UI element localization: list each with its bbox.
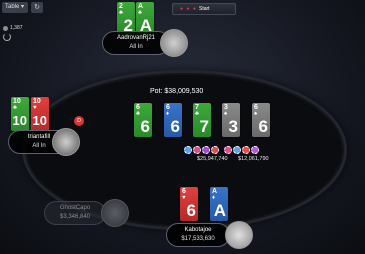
pot-total: Pot: $38,009,530 (150, 88, 204, 95)
side-pot-2: $12,061,790 (238, 156, 269, 162)
start-button[interactable]: ● ● ● Start (172, 3, 236, 15)
player-name: GhostCapo (59, 205, 91, 211)
balance-value: 1,387 (10, 25, 23, 31)
card-rank-large: 6 (140, 117, 150, 136)
left-player-card-2: 10 ♥ 10 (31, 97, 49, 131)
card-rank-large: 3 (228, 117, 238, 136)
side-pot-1: $25,947,740 (197, 156, 228, 162)
card-suit: ♥ (33, 105, 37, 111)
refresh-icon[interactable]: ↻ (31, 2, 43, 13)
card-suit: ♣ (13, 105, 17, 111)
card-rank: 6 (166, 104, 170, 111)
card-suit: ♥ (182, 195, 186, 201)
pot-chip-icon (193, 146, 201, 154)
card-rank-large: 6 (170, 117, 180, 136)
board-card-1: 6 ♣ 6 (134, 103, 152, 137)
timer-icon (3, 33, 11, 41)
start-label: Start (199, 6, 210, 12)
card-rank: 7 (195, 104, 199, 111)
card-rank: 3 (224, 104, 228, 111)
card-rank-large: 7 (199, 117, 209, 136)
hero-plate[interactable]: Kabotajoe $17,533,630 (166, 223, 230, 247)
card-rank: 6 (254, 104, 258, 111)
table-menu-label: Table (5, 4, 20, 10)
card-rank: 2 (119, 3, 123, 10)
hero-card-2: A ♦ A (210, 187, 228, 221)
dealer-button: D (74, 116, 84, 126)
board-card-5: 6 ♠ 6 (252, 103, 270, 137)
hero-card-1: 6 ♥ 6 (180, 187, 198, 221)
bottom-left-player-plate[interactable]: GhostCapo $3,346,840 (44, 201, 106, 225)
pot-chip-icon (251, 146, 259, 154)
chip-icon (3, 25, 8, 31)
card-rank: 6 (182, 188, 186, 195)
board-card-4: 3 ♠ 3 (222, 103, 240, 137)
bottom-left-player-avatar (101, 199, 129, 227)
card-suit: ♦ (166, 111, 170, 117)
card-rank-large: 10 (12, 113, 27, 128)
card-suit: ♣ (195, 111, 199, 117)
card-suit: ♠ (254, 111, 258, 117)
card-rank: 10 (33, 98, 41, 105)
player-stack: $3,346,840 (59, 214, 91, 220)
player-name: Kabotajoe (184, 227, 212, 233)
board-card-3: 7 ♣ 7 (193, 103, 211, 137)
top-player-avatar (160, 29, 188, 57)
pot-chip-icon (211, 146, 219, 154)
player-stack: $17,533,630 (181, 236, 215, 242)
card-suit: ♣ (136, 111, 140, 117)
left-player-avatar (52, 128, 80, 156)
pot-chip-icon (242, 146, 250, 154)
start-dots-icon: ● ● ● (180, 6, 197, 12)
board-card-2: 6 ♦ 6 (164, 103, 182, 137)
card-suit: ♣ (119, 10, 123, 16)
card-rank-large: A (213, 201, 226, 220)
balance-display: 1,387 (3, 25, 23, 31)
left-player-card-1: 10 ♣ 10 (11, 97, 29, 131)
card-rank: 10 (13, 98, 21, 105)
hero-avatar (225, 221, 253, 249)
card-rank-large: 10 (32, 113, 47, 128)
card-rank: A (138, 3, 144, 10)
pot-chip-icon (224, 146, 232, 154)
pot-chip-icon (233, 146, 241, 154)
card-rank: A (212, 188, 218, 195)
pot-chip-icon (184, 146, 192, 154)
table-menu-button[interactable]: Table ▾ (2, 2, 28, 13)
card-rank-large: 6 (186, 201, 196, 220)
card-rank-large: 6 (258, 117, 268, 136)
pot-chip-icon (202, 146, 210, 154)
card-rank: 6 (136, 104, 140, 111)
card-suit: ♠ (224, 111, 228, 117)
